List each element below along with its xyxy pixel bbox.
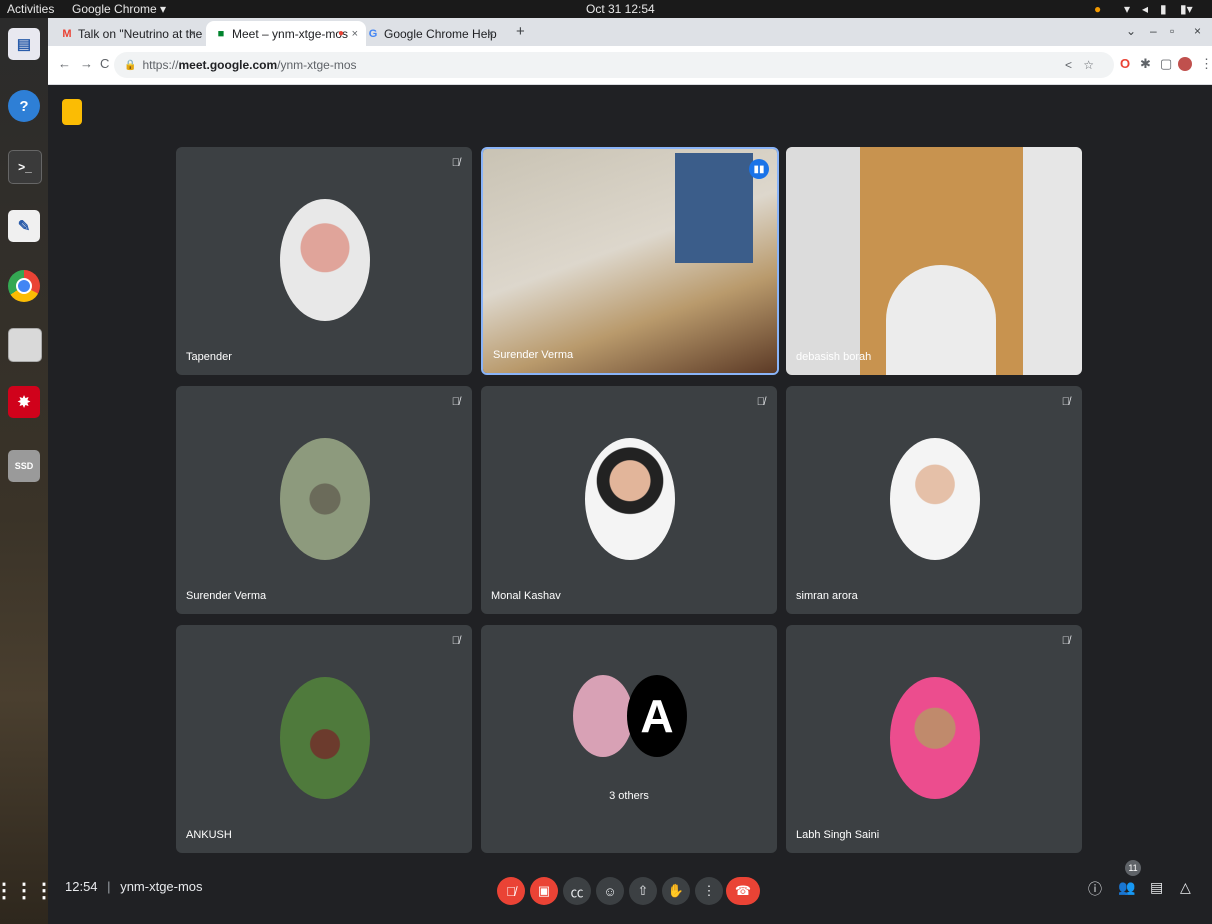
activities-icon[interactable]: △	[1180, 879, 1191, 896]
tab-gmail[interactable]: M Talk on "Neutrino at the ×	[60, 21, 204, 46]
new-tab-button[interactable]: +	[516, 23, 525, 40]
mic-off-icon: 🎙̸	[451, 635, 460, 647]
mic-off-icon: 🎙̸	[451, 396, 460, 408]
participant-tile[interactable]: 🎙̸ simran arora	[786, 386, 1082, 614]
participant-tile[interactable]: 🎙̸ ANKUSH	[176, 625, 472, 853]
avatar	[280, 677, 370, 799]
mic-toggle-button[interactable]: 🎙̸	[497, 877, 525, 905]
ssd-drive-icon[interactable]: SSD	[8, 450, 40, 482]
mic-off-icon: 🎙̸	[451, 157, 460, 169]
forward-icon[interactable]: →	[80, 56, 93, 71]
meet-stage: 🎙̸ Tapender ▮▮ Surender Verma debasish b…	[48, 85, 1212, 924]
avatar	[890, 438, 980, 560]
extensions-icon[interactable]: ✱	[1140, 56, 1151, 72]
close-tab-icon[interactable]: ×	[352, 28, 358, 40]
browser-toolbar: ← → C 🔒 https://meet.google.com/ynm-xtge…	[48, 46, 1212, 85]
avatar	[280, 438, 370, 560]
meet-icon: ■	[217, 27, 225, 40]
participant-tile[interactable]: 🎙̸ Labh Singh Saini	[786, 625, 1082, 853]
share-icon[interactable]: <	[1065, 58, 1072, 72]
avatar	[585, 438, 675, 560]
bookmark-star-icon[interactable]: ☆	[1083, 58, 1094, 72]
wall-calendar	[675, 153, 753, 263]
document-viewer-icon[interactable]: ▤	[8, 28, 40, 60]
dock: ▤ ? >_ ✎ ✸ SSD ⋮⋮⋮	[0, 18, 54, 924]
wifi-icon[interactable]: ▾	[1124, 2, 1130, 16]
avatar	[573, 675, 633, 757]
meeting-details-icon[interactable]: ⓘ	[1088, 879, 1102, 899]
tab-strip: M Talk on "Neutrino at the × ■ Meet – yn…	[48, 18, 1212, 46]
restore-icon[interactable]: ▫	[1170, 24, 1174, 38]
participant-tile[interactable]: 🎙̸ Monal Kashav	[481, 386, 777, 614]
chrome-tray-icon[interactable]: ●	[1094, 2, 1101, 16]
participant-tile[interactable]: debasish borah	[786, 147, 1082, 375]
mic-off-icon: 🎙̸	[1061, 635, 1070, 647]
battery-icon[interactable]: ▮▾	[1180, 2, 1193, 16]
clock[interactable]: Oct 31 12:54	[586, 2, 655, 16]
camera-toggle-button[interactable]: ▣	[530, 877, 558, 905]
mic-icon[interactable]: ▮	[1160, 2, 1167, 16]
minimize-icon[interactable]: –	[1150, 24, 1157, 38]
address-bar[interactable]: 🔒 https://meet.google.com/ynm-xtge-mos <…	[114, 52, 1114, 78]
close-window-icon[interactable]: ×	[1194, 24, 1201, 38]
people-icon[interactable]: 👥	[1118, 879, 1135, 896]
participant-count-badge: 11	[1125, 860, 1141, 876]
participant-tile[interactable]: 🎙̸ Tapender	[176, 147, 472, 375]
opera-extension-icon[interactable]: O	[1120, 56, 1130, 71]
captions-button[interactable]: ㏄	[563, 877, 591, 905]
close-tab-icon[interactable]: ×	[190, 28, 196, 40]
person-silhouette	[886, 265, 996, 375]
lock-icon: 🔒	[124, 59, 137, 71]
leave-call-button[interactable]: ☎	[726, 877, 760, 905]
raise-hand-button[interactable]: ✋	[662, 877, 690, 905]
participant-tile[interactable]: 🎙̸ Surender Verma	[176, 386, 472, 614]
avatar	[890, 677, 980, 799]
files-icon[interactable]	[8, 328, 42, 362]
mic-off-icon: 🎙̸	[756, 396, 765, 408]
present-button[interactable]: ⇧	[629, 877, 657, 905]
emoji-button[interactable]: ☺	[596, 877, 624, 905]
meet-activity-icon[interactable]	[62, 99, 82, 125]
speaking-indicator-icon: ▮▮	[749, 159, 769, 179]
google-icon: G	[368, 27, 378, 40]
volume-icon[interactable]: ◂	[1142, 2, 1148, 16]
avatar	[280, 199, 370, 321]
profile-avatar[interactable]	[1178, 57, 1192, 71]
activities-button[interactable]: Activities	[7, 2, 54, 16]
help-icon[interactable]: ?	[8, 90, 40, 122]
text-editor-icon[interactable]: ✎	[8, 210, 40, 242]
tab-search-icon[interactable]: ⌄	[1126, 24, 1136, 38]
tab-meet[interactable]: ■ Meet – ynm-xtge-mos ● ×	[206, 21, 366, 46]
chat-icon[interactable]: ▤	[1150, 879, 1163, 896]
show-apps-icon[interactable]: ⋮⋮⋮	[0, 874, 54, 906]
mic-off-icon: 🎙̸	[1061, 396, 1070, 408]
participant-tile-active-speaker[interactable]: ▮▮ Surender Verma	[481, 147, 779, 375]
gmail-icon: M	[62, 27, 72, 40]
reload-icon[interactable]: C	[100, 56, 109, 71]
chrome-menu-icon[interactable]: ⋮	[1200, 56, 1212, 72]
close-tab-icon[interactable]: ×	[488, 28, 494, 40]
mathematica-icon[interactable]: ✸	[8, 386, 40, 418]
tab-chrome-help[interactable]: G Google Chrome Help ×	[366, 21, 502, 46]
terminal-icon[interactable]: >_	[8, 150, 42, 184]
avatar-letter-a: A	[627, 675, 687, 757]
system-top-bar: Activities Google Chrome ▾ Oct 31 12:54 …	[0, 0, 1212, 18]
more-options-button[interactable]: ⋮	[695, 877, 723, 905]
back-icon[interactable]: ←	[58, 56, 71, 71]
recording-icon: ●	[337, 28, 344, 39]
others-tile[interactable]: A 3 others	[481, 625, 777, 853]
meeting-info: 12:54 | ynm-xtge-mos	[65, 879, 203, 894]
chrome-icon[interactable]	[8, 270, 40, 302]
side-panel-icon[interactable]: ▢	[1160, 56, 1172, 72]
app-menu[interactable]: Google Chrome ▾	[72, 2, 166, 16]
